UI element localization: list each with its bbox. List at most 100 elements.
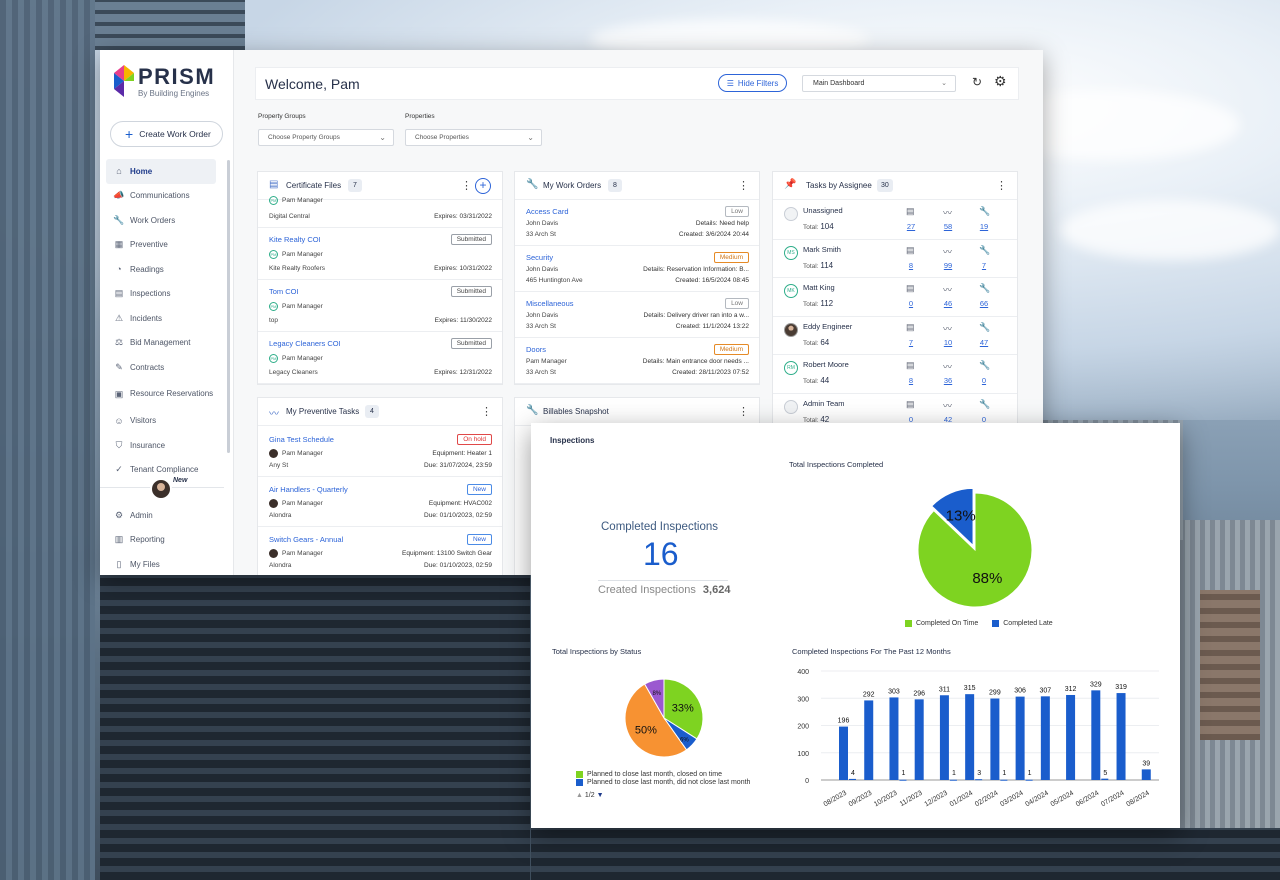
- create-work-order-label: Create Work Order: [139, 129, 211, 139]
- clipboard-icon: ▤: [114, 288, 124, 299]
- task-count-link[interactable]: 58: [938, 222, 958, 231]
- x-tick-label: 08/2023: [823, 790, 849, 809]
- assignee-row[interactable]: Eddy Engineer Total: 64 ▤ 7 〰 10 🔧 47: [773, 317, 1017, 356]
- avatar[interactable]: [150, 478, 172, 500]
- task-count-link[interactable]: 99: [938, 261, 958, 270]
- sidebar-item-communications[interactable]: 📣 Communications: [106, 184, 216, 209]
- task-count-link[interactable]: 27: [901, 222, 921, 231]
- sidebar-item-insurance[interactable]: ⛉ Insurance: [106, 433, 216, 458]
- list-item[interactable]: Security Medium John Davis Details: Reserva…: [515, 246, 759, 292]
- task-count-link[interactable]: 36: [938, 376, 958, 385]
- assignee-total: Total: 114: [803, 261, 833, 270]
- certificate-title-link[interactable]: Tom COI: [269, 287, 299, 296]
- work-order-title-link[interactable]: Access Card: [526, 207, 569, 216]
- task-count-link[interactable]: 19: [974, 222, 994, 231]
- task-count-link[interactable]: 0: [901, 299, 921, 308]
- create-work-order-button[interactable]: + Create Work Order: [110, 121, 223, 147]
- pager-up-icon[interactable]: ▲: [576, 792, 583, 799]
- list-item[interactable]: Doors Medium Pam Manager Details: Main entr…: [515, 338, 759, 384]
- more-options-icon[interactable]: ⋮: [738, 405, 749, 418]
- work-order-title-link[interactable]: Security: [526, 253, 553, 262]
- properties-placeholder: Choose Properties: [415, 134, 469, 141]
- sidebar-item-label: Tenant Compliance: [130, 465, 199, 475]
- list-item[interactable]: PM Pam Manager Digital Central Expires: 03/…: [258, 196, 502, 228]
- preventive-title-link[interactable]: Air Handlers - Quarterly: [269, 485, 348, 494]
- sidebar-item-my-files[interactable]: ▯ My Files: [106, 552, 216, 575]
- list-item[interactable]: Access Card Low John Davis Details: Need he…: [515, 200, 759, 246]
- sidebar-item-inspections[interactable]: ▤ Inspections: [106, 282, 216, 307]
- certificate-title-link[interactable]: Legacy Cleaners COI: [269, 339, 341, 348]
- task-count-link[interactable]: 8: [901, 261, 921, 270]
- x-tick-label: 08/2024: [1125, 790, 1151, 809]
- more-options-icon[interactable]: ⋮: [738, 179, 749, 192]
- wrench-icon: 🔧: [526, 179, 539, 190]
- work-order-title-link[interactable]: Miscellaneous: [526, 299, 574, 308]
- more-options-icon[interactable]: ⋮: [481, 405, 492, 418]
- sidebar-item-reporting[interactable]: ▥ Reporting: [106, 528, 216, 553]
- chevron-down-icon: ⌄: [379, 133, 386, 142]
- avatar: [784, 400, 798, 414]
- refresh-icon[interactable]: ↻: [972, 75, 982, 89]
- prism-logo-icon: [114, 65, 134, 97]
- list-item[interactable]: Air Handlers - Quarterly New Pam Manager Eq…: [258, 477, 502, 527]
- list-item[interactable]: Kite Realty COI Submitted PM Pam Manager Kit…: [258, 228, 502, 280]
- list-item[interactable]: Gina Test Schedule On hold Pam Manager Equi…: [258, 427, 502, 477]
- assignee-row[interactable]: Admin Team Total: 42 ▤ 0 〰 42 🔧 0: [773, 394, 1017, 425]
- sidebar-nav: ⌂ Home 📣 Communications 🔧 Work Orders ▦ Prevent…: [106, 159, 216, 482]
- manager-name: Pam Manager: [282, 450, 323, 457]
- task-count-link[interactable]: 7: [974, 261, 994, 270]
- sidebar-item-incidents[interactable]: ⚠ Incidents: [106, 306, 216, 331]
- completed-inspections-value: 16: [643, 536, 679, 572]
- created-inspections-value: 3,624: [702, 584, 731, 596]
- task-count-link[interactable]: 0: [974, 376, 994, 385]
- sidebar-scrollbar[interactable]: [227, 160, 230, 453]
- assignee-row[interactable]: Unassigned Total: 104 ▤ 27 〰 58 🔧 19: [773, 201, 1017, 240]
- task-count-link[interactable]: 7: [901, 338, 921, 347]
- sidebar-item-home[interactable]: ⌂ Home: [106, 159, 216, 184]
- sidebar-bottom-nav: ⚙ Admin ▥ Reporting ▯ My Files: [106, 503, 216, 575]
- property-groups-select[interactable]: Choose Property Groups ⌄: [258, 129, 394, 146]
- status-legend-pager[interactable]: ▲ 1/2 ▼: [576, 792, 604, 799]
- list-item[interactable]: Switch Gears - Annual New Pam Manager Equip…: [258, 527, 502, 575]
- task-count-link[interactable]: 46: [938, 299, 958, 308]
- sidebar-item-resource-reservations[interactable]: ▣ Resource Reservations: [106, 380, 216, 409]
- task-count-link[interactable]: 47: [974, 338, 994, 347]
- assignee-row[interactable]: MK Matt King Total: 112 ▤ 0 〰 46 🔧 66: [773, 278, 1017, 317]
- more-options-icon[interactable]: ⋮: [461, 179, 472, 192]
- x-tick-label: 02/2024: [974, 790, 1000, 809]
- wrench-icon: 🔧: [979, 283, 991, 294]
- sidebar-item-readings[interactable]: ◔ Readings: [106, 257, 216, 282]
- preventive-title-link[interactable]: Switch Gears - Annual: [269, 535, 343, 544]
- task-count-link[interactable]: 8: [901, 376, 921, 385]
- preventive-title-link[interactable]: Gina Test Schedule: [269, 435, 334, 444]
- dashboard-select[interactable]: Main Dashboard ⌄: [802, 75, 956, 92]
- sidebar-item-preventive[interactable]: ▦ Preventive: [106, 233, 216, 258]
- task-count-link[interactable]: 10: [938, 338, 958, 347]
- requester-name: John Davis: [526, 266, 559, 273]
- sidebar-item-visitors[interactable]: ☺ Visitors: [106, 409, 216, 434]
- hide-filters-button[interactable]: ☰ Hide Filters: [718, 74, 787, 92]
- gear-icon[interactable]: ⚙: [994, 73, 1007, 90]
- certificate-title-link[interactable]: Kite Realty COI: [269, 235, 321, 244]
- x-tick-label: 12/2023: [924, 790, 950, 809]
- task-count-link[interactable]: 66: [974, 299, 994, 308]
- pager-down-icon[interactable]: ▼: [597, 792, 604, 799]
- sidebar-item-contracts[interactable]: ✎ Contracts: [106, 355, 216, 380]
- properties-select[interactable]: Choose Properties ⌄: [405, 129, 542, 146]
- file-icon: ▯: [116, 558, 122, 569]
- assignee-row[interactable]: RM Robert Moore Total: 44 ▤ 8 〰 36 🔧 0: [773, 355, 1017, 394]
- assignee-row[interactable]: MS Mark Smith Total: 114 ▤ 8 〰 99 🔧 7: [773, 240, 1017, 279]
- created-date: Created: 3/6/2024 20:44: [678, 231, 749, 238]
- list-item[interactable]: Legacy Cleaners COI Submitted PM Pam Manage…: [258, 332, 502, 384]
- prism-logo[interactable]: PRISM By Building Engines: [114, 64, 224, 100]
- sidebar-item-admin[interactable]: ⚙ Admin: [106, 503, 216, 528]
- more-options-icon[interactable]: ⋮: [996, 179, 1007, 192]
- work-order-title-link[interactable]: Doors: [526, 345, 546, 354]
- bar: [1101, 778, 1109, 780]
- add-certificate-button[interactable]: +: [475, 178, 491, 194]
- list-item[interactable]: Tom COI Submitted PM Pam Manager top Expires:…: [258, 280, 502, 332]
- sidebar-item-work-orders[interactable]: 🔧 Work Orders: [106, 208, 216, 233]
- list-item[interactable]: Miscellaneous Low John Davis Details: Deliv…: [515, 292, 759, 338]
- sidebar-item-bid-management[interactable]: ⚖ Bid Management: [106, 331, 216, 356]
- avatar: [269, 549, 278, 558]
